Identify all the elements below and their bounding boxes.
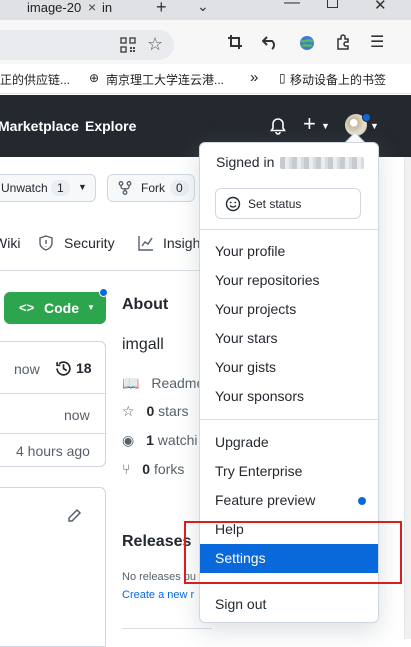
shield-icon — [39, 235, 53, 251]
mobile-device-icon: ▯ — [279, 71, 286, 85]
menu-item-your-profile[interactable]: Your profile — [200, 237, 378, 266]
smiley-icon — [225, 196, 241, 212]
tab-wiki[interactable]: Wiki — [0, 235, 20, 251]
bookmark-star-icon[interactable]: ☆ — [147, 34, 163, 55]
browser-toolbar: ☆ ☰ — [0, 20, 411, 64]
watch-count: 1 — [51, 180, 70, 196]
nav-explore[interactable]: Explore — [85, 118, 136, 134]
mobile-bookmarks-folder[interactable]: 移动设备上的书签 — [290, 71, 386, 88]
create-new-plus-icon[interactable]: + — [303, 111, 316, 137]
undo-icon[interactable] — [262, 34, 278, 50]
tab-list-chevron-icon[interactable]: ⌄ — [197, 0, 209, 15]
code-button[interactable]: <> Code ▼ — [4, 292, 106, 324]
history-icon[interactable] — [55, 360, 72, 377]
readme-link[interactable]: 📖 Readme — [122, 375, 204, 392]
releases-heading[interactable]: Releases — [122, 533, 191, 551]
nav-marketplace[interactable]: Marketplace — [0, 118, 79, 134]
book-icon: 📖 — [122, 375, 140, 391]
address-bar[interactable]: ☆ — [0, 30, 174, 60]
tab-insights[interactable]: Insigh — [163, 235, 200, 251]
crop-icon[interactable] — [227, 34, 243, 50]
repo-nav-divider — [0, 270, 200, 271]
menu-item-your-projects[interactable]: Your projects — [200, 295, 378, 324]
menu-divider — [200, 229, 378, 230]
stars-link[interactable]: ☆ 0 stars — [122, 403, 188, 420]
menu-item-upgrade[interactable]: Upgrade — [200, 428, 378, 457]
more-bookmarks-icon[interactable]: » — [250, 69, 258, 86]
file-row[interactable]: 4 hours ago — [0, 433, 107, 467]
create-caret-icon[interactable]: ▼ — [321, 121, 330, 131]
tab-security[interactable]: Security — [64, 235, 115, 251]
bookmark-item[interactable]: 正的供应链... — [0, 71, 70, 88]
chevron-down-icon: ▼ — [78, 182, 87, 192]
star-icon: ☆ — [122, 403, 135, 419]
browser-menu-icon[interactable]: ☰ — [370, 32, 384, 52]
extension-globe-icon[interactable] — [298, 34, 316, 52]
fork-icon — [118, 181, 132, 195]
fork-count: 0 — [170, 180, 189, 196]
releases-divider — [122, 628, 212, 629]
menu-item-try-enterprise[interactable]: Try Enterprise — [200, 457, 378, 486]
file-row[interactable]: now — [0, 393, 107, 433]
qr-code-icon[interactable] — [120, 37, 136, 53]
chevron-down-icon: ▼ — [87, 303, 95, 312]
window-close-icon[interactable]: ✕ — [374, 0, 387, 14]
file-list-box: now 18 now 4 hours ago — [0, 341, 107, 467]
globe-icon: ⊕ — [89, 71, 100, 85]
annotation-highlight-box — [184, 521, 402, 584]
watchers-link[interactable]: ◉ 1 watchi — [122, 432, 197, 449]
fork-icon: ⑂ — [122, 461, 131, 477]
extensions-puzzle-icon[interactable] — [335, 34, 351, 50]
commit-count[interactable]: 18 — [76, 360, 92, 376]
set-status-button[interactable]: Set status — [215, 188, 361, 219]
code-notification-dot — [99, 288, 108, 297]
browser-tab-bar: image-20 × in + ⌄ — ✕ — [0, 0, 411, 20]
second-tab-title[interactable]: in — [102, 0, 112, 15]
redacted-username — [280, 157, 365, 170]
menu-item-sign-out[interactable]: Sign out — [200, 590, 378, 619]
menu-divider — [200, 419, 378, 420]
menu-item-your-sponsors[interactable]: Your sponsors — [200, 382, 378, 411]
signed-in-label: Signed in — [216, 154, 365, 170]
eye-icon: ◉ — [122, 432, 135, 448]
pencil-icon[interactable] — [66, 508, 82, 524]
forks-link[interactable]: ⑂ 0 forks — [122, 461, 184, 477]
tab-title[interactable]: image-20 — [27, 0, 81, 15]
unwatch-button[interactable]: Unwatch 1 ▼ — [0, 174, 96, 202]
bookmarks-bar: 正的供应链... ⊕ 南京理工大学连云港... » ▯ 移动设备上的书签 — [0, 64, 411, 94]
menu-item-your-repositories[interactable]: Your repositories — [200, 266, 378, 295]
graph-icon — [138, 236, 153, 251]
readme-box — [0, 487, 106, 647]
latest-commit-time: now — [14, 361, 40, 377]
bookmark-item[interactable]: 南京理工大学连云港... — [106, 71, 224, 88]
tab-close-icon[interactable]: × — [88, 0, 96, 15]
minimize-icon[interactable]: — — [284, 0, 300, 12]
fork-button[interactable]: Fork 0 — [107, 174, 195, 202]
maximize-icon[interactable] — [327, 0, 338, 8]
feature-preview-dot — [358, 497, 366, 505]
notifications-bell-icon[interactable] — [269, 117, 287, 135]
menu-item-feature-preview[interactable]: Feature preview — [200, 486, 378, 515]
menu-item-your-stars[interactable]: Your stars — [200, 324, 378, 353]
page-scrollbar[interactable] — [404, 157, 411, 639]
repo-description: imgall — [122, 336, 164, 353]
new-tab-button[interactable]: + — [156, 0, 167, 18]
about-heading: About — [122, 296, 169, 313]
menu-item-your-gists[interactable]: Your gists — [200, 353, 378, 382]
avatar-caret-icon[interactable]: ▼ — [370, 121, 379, 131]
code-brackets-icon: <> — [19, 300, 35, 315]
create-release-link[interactable]: Create a new r — [122, 589, 194, 601]
